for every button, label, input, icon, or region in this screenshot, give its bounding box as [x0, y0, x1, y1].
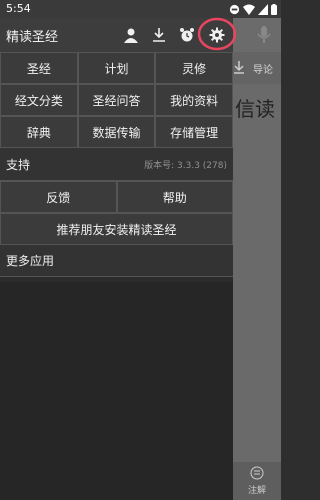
highlight-circle — [197, 17, 237, 51]
status-bar: 5:54 — [0, 0, 281, 18]
menu-bible[interactable]: 圣经 — [0, 52, 78, 84]
menu-dictionary[interactable]: 辞典 — [0, 116, 78, 148]
menu-bible-qa[interactable]: 圣经问答 — [77, 84, 156, 116]
profile-button[interactable] — [120, 24, 142, 46]
menu-topics[interactable]: 经文分类 — [0, 84, 78, 116]
menu-devotion[interactable]: 灵修 — [155, 52, 233, 84]
background-text: 信读 — [235, 97, 275, 121]
more-apps-item[interactable]: 更多应用 — [0, 245, 233, 277]
drawer-title: 精读圣经 — [6, 30, 59, 45]
menu-plan[interactable]: 计划 — [77, 52, 156, 84]
notes-icon — [250, 466, 264, 480]
battery-icon — [271, 3, 277, 15]
alarm-button[interactable] — [176, 24, 198, 46]
alarm-clock-icon — [180, 28, 194, 42]
support-label: 支持 — [6, 157, 31, 172]
recommend-button[interactable]: 推荐朋友安装精读圣经 — [0, 213, 233, 245]
tab-guide[interactable]: 导论 — [253, 61, 273, 76]
microphone-icon — [257, 26, 271, 43]
download-icon — [153, 28, 165, 42]
feedback-button[interactable]: 反馈 — [0, 181, 117, 213]
notes-tab[interactable]: 注解 — [233, 462, 281, 500]
background-app-panel: 导论 信读 注解 — [233, 18, 281, 500]
version-label: 版本号: 3.3.3 (278) — [144, 160, 227, 171]
menu-my-data[interactable]: 我的资料 — [155, 84, 233, 116]
menu-storage[interactable]: 存储管理 — [155, 116, 233, 148]
navigation-drawer: 精读圣经 圣经 计划 灵修 经文分类 圣经问答 我的资料 辞典 数据传输 存储管… — [0, 17, 237, 500]
menu-grid: 圣经 计划 灵修 经文分类 圣经问答 我的资料 辞典 数据传输 存储管理 — [0, 52, 233, 148]
signal-icon — [258, 3, 268, 15]
dnd-icon — [229, 4, 240, 14]
drawer-header: 精读圣经 — [0, 17, 237, 52]
drawer-empty-area — [0, 282, 233, 500]
support-section: 支持 版本号: 3.3.3 (278) — [0, 148, 233, 181]
download-icon — [234, 61, 244, 74]
menu-data-transfer[interactable]: 数据传输 — [77, 116, 156, 148]
download-button[interactable] — [148, 24, 170, 46]
help-button[interactable]: 帮助 — [116, 181, 233, 213]
notes-label: 注解 — [247, 486, 266, 496]
person-icon — [124, 28, 138, 43]
wifi-icon — [243, 4, 255, 15]
status-time: 5:54 — [6, 2, 31, 15]
